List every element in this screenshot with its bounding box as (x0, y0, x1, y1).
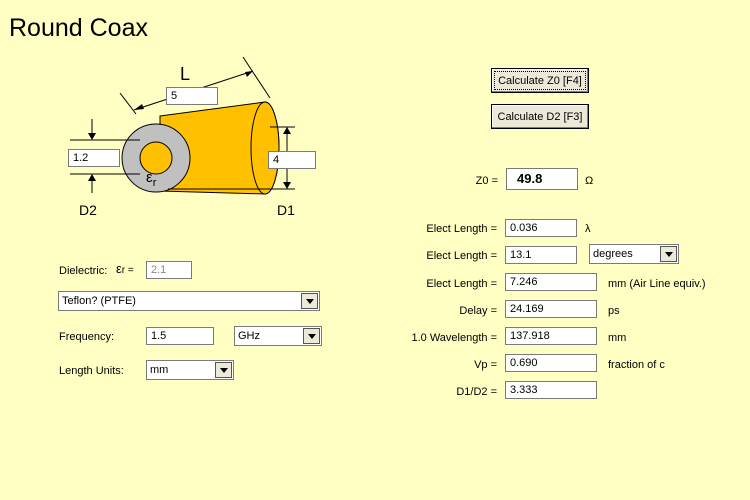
elect-length-degrees-label: Elect Length = (426, 250, 497, 262)
frequency-label: Frequency: (59, 331, 115, 343)
lambda-unit: λ (585, 223, 591, 235)
d2-input[interactable]: 1.2 (68, 149, 120, 167)
er-input[interactable]: 2.1 (146, 261, 192, 279)
dielectric-select-value: Teflon? (PTFE) (62, 295, 136, 307)
elect-length-lambda-label: Elect Length = (426, 223, 497, 235)
calculate-d2-button[interactable]: Calculate D2 [F3] (491, 104, 589, 129)
d1-input[interactable]: 4 (268, 151, 316, 169)
elect-length-degrees-output: 13.1 (505, 246, 577, 264)
air-line-unit: mm (Air Line equiv.) (608, 278, 706, 290)
chevron-down-icon[interactable] (215, 362, 232, 378)
angle-unit-select[interactable]: degrees (589, 244, 679, 264)
vp-output: 0.690 (505, 354, 597, 372)
delay-label: Delay = (459, 305, 497, 317)
dielectric-label: Dielectric: (59, 265, 108, 277)
chevron-down-icon[interactable] (301, 293, 318, 309)
page-title: Round Coax (9, 14, 148, 42)
elect-length-lambda-output: 0.036 (505, 219, 577, 237)
elect-length-mm-label: Elect Length = (426, 278, 497, 290)
d2-label: D2 (79, 202, 97, 218)
wavelength-label: 1.0 Wavelength = (411, 332, 497, 344)
d1-label: D1 (277, 202, 295, 218)
ps-unit: ps (608, 305, 620, 317)
chevron-down-icon[interactable] (660, 246, 677, 262)
z0-label: Z0 = (475, 175, 498, 187)
elect-length-mm-output: 7.246 (505, 273, 597, 291)
d1-d2-output: 3.333 (505, 381, 597, 399)
frequency-unit-value: GHz (238, 330, 260, 342)
er-symbol: εr (146, 169, 157, 189)
length-units-label: Length Units: (59, 365, 124, 377)
dielectric-select[interactable]: Teflon? (PTFE) (58, 291, 320, 311)
calculate-z0-button[interactable]: Calculate Z0 [F4] (491, 68, 589, 93)
frequency-unit-select[interactable]: GHz (234, 326, 322, 346)
wavelength-output: 137.918 (505, 327, 597, 345)
vp-label: Vp = (474, 359, 497, 371)
delay-output: 24.169 (505, 300, 597, 318)
frequency-input[interactable]: 1.5 (146, 327, 214, 345)
coax-far-end (250, 101, 280, 195)
length-units-select[interactable]: mm (146, 360, 234, 380)
er-label: εr = (116, 261, 134, 276)
length-input[interactable]: 5 (166, 87, 218, 105)
d1-d2-label: D1/D2 = (456, 386, 497, 398)
chevron-down-icon[interactable] (303, 328, 320, 344)
z0-output: 49.8 (506, 168, 578, 190)
angle-unit-value: degrees (593, 248, 633, 260)
length-label: L (180, 64, 191, 84)
length-units-value: mm (150, 364, 169, 376)
ohm-unit: Ω (585, 175, 594, 187)
fraction-of-c-unit: fraction of c (608, 359, 665, 371)
mm-unit: mm (608, 332, 627, 344)
